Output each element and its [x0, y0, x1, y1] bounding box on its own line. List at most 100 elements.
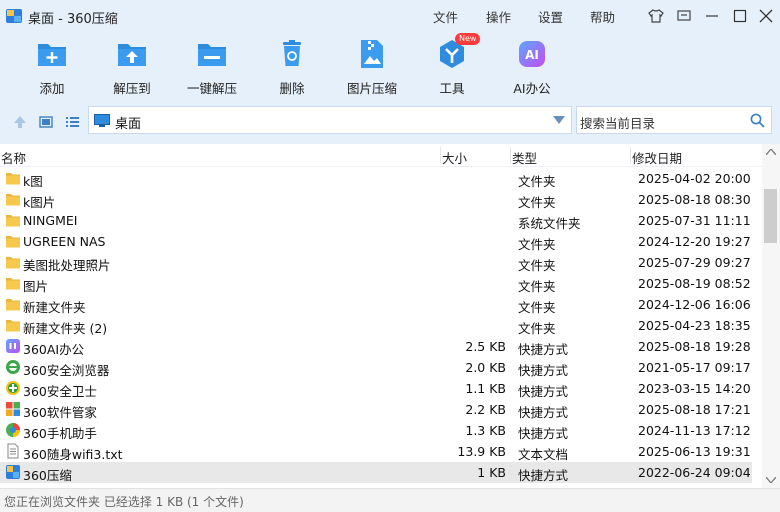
file-name: 图片: [23, 279, 49, 294]
add-button[interactable]: 添加: [12, 32, 92, 98]
file-type: 文件夹: [518, 174, 556, 189]
image-compress-icon: [361, 40, 383, 68]
file-row[interactable]: 360手机助手 1.3 KB 快捷方式 2024-11-13 17:12: [0, 420, 752, 441]
file-name: 360压缩: [23, 468, 72, 483]
delete-button[interactable]: 删除: [252, 32, 332, 98]
vertical-scrollbar[interactable]: [762, 144, 780, 488]
close-button[interactable]: [756, 6, 776, 26]
file-row[interactable]: 新建文件夹 (2) 文件夹 2025-04-23 18:35: [0, 315, 752, 336]
file-row[interactable]: 新建文件夹 文件夹 2024-12-06 16:06: [0, 294, 752, 315]
file-name: 美图批处理照片: [23, 258, 111, 273]
file-row[interactable]: 360AI办公 2.5 KB 快捷方式 2025-08-18 19:28: [0, 336, 752, 357]
ai-office-icon: AI: [519, 41, 545, 67]
file-row[interactable]: 360压缩 1 KB 快捷方式 2022-06-24 09:04: [0, 462, 752, 483]
delete-label: 删除: [279, 81, 305, 96]
folder-icon: [5, 275, 21, 291]
minimize-icon: [706, 15, 718, 17]
file-row[interactable]: 图片 文件夹 2025-08-19 08:52: [0, 273, 752, 294]
menu-settings[interactable]: 设置: [538, 7, 563, 26]
file-type: 文件夹: [518, 300, 556, 315]
folder-icon: [5, 191, 21, 207]
maximize-button[interactable]: [730, 6, 750, 26]
column-header: 名称 大小 类型 修改日期: [0, 144, 762, 167]
minimize-button[interactable]: [702, 6, 722, 26]
search-icon[interactable]: [750, 113, 765, 128]
file-type: 文本文档: [518, 447, 569, 462]
file-row[interactable]: UGREEN NAS 文件夹 2024-12-20 19:27: [0, 231, 752, 252]
column-type[interactable]: 类型: [512, 148, 537, 167]
tools-button[interactable]: 工具: [412, 32, 492, 98]
quick-extract-button[interactable]: 一键解压: [172, 32, 252, 98]
file-date: 2025-04-02 20:00: [638, 171, 751, 186]
toolbar: 添加 解压到 一键解压 删除 图片压缩 工具 AI AI办公: [0, 32, 780, 98]
title-bar: 桌面 - 360压缩 文件 操作 设置 帮助: [0, 0, 780, 32]
file-name: 360AI办公: [23, 342, 85, 357]
search-input[interactable]: 搜索当前目录: [576, 106, 772, 134]
file-row[interactable]: k图 文件夹 2025-04-02 20:00: [0, 168, 752, 189]
file-row[interactable]: NINGMEI 系统文件夹 2025-07-31 11:11: [0, 210, 752, 231]
path-text: 桌面: [115, 117, 142, 132]
column-modified[interactable]: 修改日期: [632, 148, 682, 167]
column-size[interactable]: 大小: [442, 148, 467, 167]
file-row[interactable]: 360安全卫士 1.1 KB 快捷方式 2023-03-15 14:20: [0, 378, 752, 399]
folder-icon: [5, 212, 21, 228]
extract-to-icon: [118, 44, 146, 66]
file-name: 360安全卫士: [23, 384, 97, 399]
file-date: 2025-07-29 09:27: [638, 255, 751, 270]
file-date: 2025-08-19 08:52: [638, 276, 751, 291]
file-name: 新建文件夹 (2): [23, 321, 108, 336]
ai-app-icon: [5, 338, 21, 354]
file-type: 快捷方式: [518, 342, 569, 357]
folder-icon: [5, 170, 21, 186]
ai-glyph: AI: [525, 48, 539, 62]
ai-office-button[interactable]: AI AI办公: [492, 32, 572, 98]
file-date: 2025-06-13 19:31: [638, 444, 751, 459]
scroll-down-icon[interactable]: [766, 477, 776, 483]
delete-icon: [283, 40, 301, 66]
app-logo-icon: [6, 9, 22, 23]
image-compress-button[interactable]: 图片压缩: [332, 32, 412, 98]
search-placeholder: 搜索当前目录: [580, 116, 656, 131]
column-divider[interactable]: [510, 147, 511, 163]
file-name: 360手机助手: [23, 426, 97, 441]
new-badge: New: [455, 33, 481, 45]
file-row[interactable]: k图片 文件夹 2025-08-18 08:30: [0, 189, 752, 210]
file-row[interactable]: 360软件管家 2.2 KB 快捷方式 2025-08-18 17:21: [0, 399, 752, 420]
file-row[interactable]: 360安全浏览器 2.0 KB 快捷方式 2021-05-17 09:17: [0, 357, 752, 378]
scroll-up-icon[interactable]: [766, 149, 776, 155]
menu-action[interactable]: 操作: [486, 7, 511, 26]
file-date: 2025-08-18 19:28: [638, 339, 751, 354]
extract-to-button[interactable]: 解压到: [92, 32, 172, 98]
column-name[interactable]: 名称: [1, 148, 26, 167]
column-divider[interactable]: [630, 147, 631, 163]
file-size: 1.3 KB: [465, 423, 506, 438]
text-file-icon: [5, 443, 21, 459]
folder-icon: [5, 233, 21, 249]
add-label: 添加: [39, 81, 65, 96]
file-date: 2023-03-15 14:20: [638, 381, 751, 396]
file-name: UGREEN NAS: [23, 234, 106, 249]
window-title: 桌面 - 360压缩: [28, 12, 118, 27]
file-date: 2024-11-13 17:12: [638, 423, 751, 438]
menu-help[interactable]: 帮助: [590, 7, 615, 26]
chevron-down-icon[interactable]: [553, 116, 565, 124]
folder-icon: [5, 317, 21, 333]
file-type: 快捷方式: [518, 384, 569, 399]
up-arrow-icon[interactable]: [12, 114, 28, 130]
list-view-icon[interactable]: [64, 114, 80, 130]
file-type: 文件夹: [518, 279, 556, 294]
path-input[interactable]: 桌面: [88, 106, 572, 134]
feedback-button[interactable]: [674, 6, 694, 26]
thumbnail-view-icon[interactable]: [38, 114, 54, 130]
file-row[interactable]: 美图批处理照片 文件夹 2025-07-29 09:27: [0, 252, 752, 273]
scrollbar-thumb[interactable]: [764, 189, 777, 243]
file-row[interactable]: 360随身wifi3.txt 13.9 KB 文本文档 2025-06-13 19:3…: [0, 441, 752, 462]
column-divider[interactable]: [440, 147, 441, 163]
close-icon: [759, 9, 773, 23]
desktop-icon: [94, 114, 110, 127]
skin-button[interactable]: [646, 6, 666, 26]
file-date: 2025-04-23 18:35: [638, 318, 751, 333]
file-type: 系统文件夹: [518, 216, 581, 231]
menu-file[interactable]: 文件: [433, 7, 458, 26]
file-name: NINGMEI: [23, 213, 78, 228]
